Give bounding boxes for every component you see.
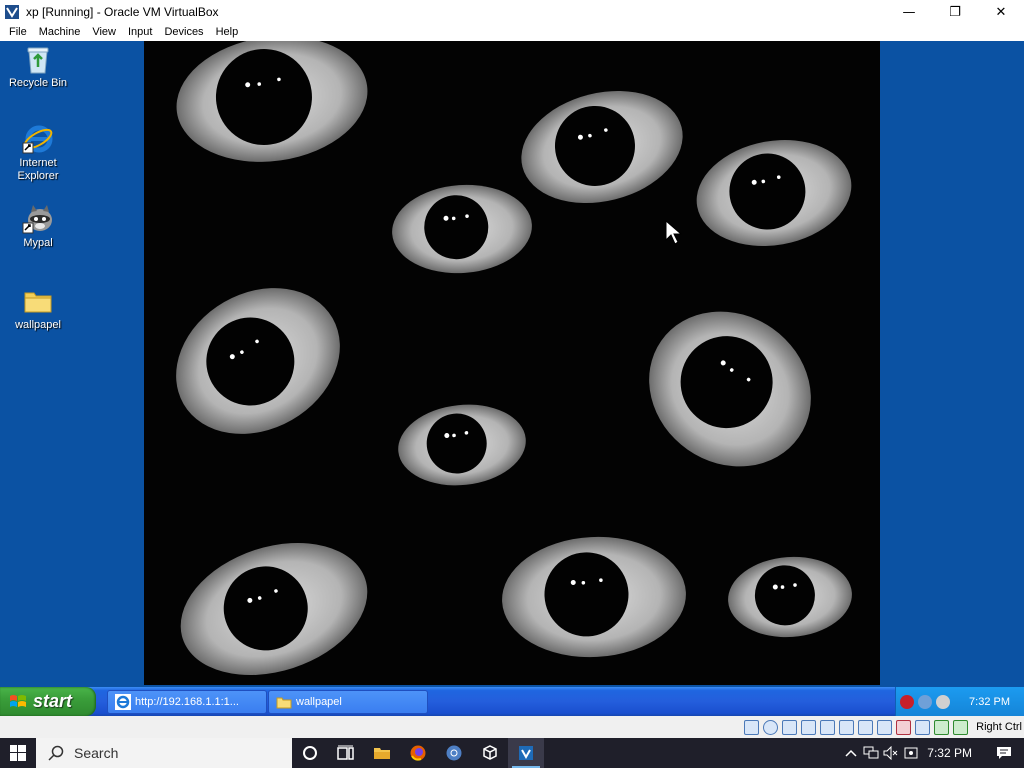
cpu-icon[interactable] bbox=[915, 719, 931, 735]
close-button[interactable]: ✕ bbox=[978, 0, 1024, 24]
vm-window-titlebar[interactable]: xp [Running] - Oracle VM VirtualBox — ❐ … bbox=[0, 0, 1024, 24]
virtualbox-vm-icon[interactable] bbox=[508, 738, 544, 768]
security-shield-icon[interactable] bbox=[900, 694, 914, 709]
wallpaper-eye bbox=[176, 41, 368, 162]
wallpaper-eye bbox=[521, 90, 683, 204]
restore-button[interactable]: ❐ bbox=[932, 0, 978, 24]
recording-icon[interactable] bbox=[896, 719, 912, 735]
internet-explorer-icon bbox=[115, 694, 131, 710]
virtualbox-icon bbox=[5, 5, 19, 19]
mypal-icon bbox=[22, 203, 54, 235]
xp-clock: 7:32 PM bbox=[969, 695, 1010, 708]
hard-disk-icon[interactable] bbox=[744, 719, 760, 735]
windows-start-icon[interactable] bbox=[0, 738, 36, 768]
wallpaper-eye bbox=[180, 542, 368, 676]
desktop-icon-recycle-bin[interactable]: Recycle Bin bbox=[0, 43, 76, 90]
taskbar-item-label: http://192.168.1.1:1... bbox=[135, 696, 239, 708]
wallpaper-eye bbox=[176, 288, 340, 434]
network-icon[interactable] bbox=[918, 694, 932, 709]
wallpaper-eye bbox=[696, 140, 852, 246]
taskbar-item-wallpapel[interactable]: wallpapel bbox=[268, 690, 428, 714]
menu-devices[interactable]: Devices bbox=[158, 24, 209, 41]
audio-icon[interactable] bbox=[782, 719, 798, 735]
desktop-icon-internet-explorer[interactable]: Internet Explorer bbox=[0, 123, 76, 183]
menu-view[interactable]: View bbox=[86, 24, 122, 41]
recycle-bin-icon bbox=[22, 43, 54, 75]
menu-file[interactable]: File bbox=[0, 24, 33, 41]
windows-flag-icon bbox=[10, 694, 26, 707]
volume-muted-icon[interactable] bbox=[881, 746, 901, 760]
virtualbox-cube-icon[interactable] bbox=[472, 738, 508, 768]
host-key-label: Right Ctrl bbox=[976, 721, 1022, 733]
network-adapter-icon[interactable] bbox=[801, 719, 817, 735]
menu-machine[interactable]: Machine bbox=[33, 24, 87, 41]
eyes-wallpaper-graphic bbox=[176, 41, 852, 676]
folder-icon bbox=[22, 285, 54, 317]
cortana-icon[interactable] bbox=[292, 738, 328, 768]
folder-icon bbox=[276, 694, 292, 710]
wallpaper-eye bbox=[392, 184, 532, 274]
desktop-icon-wallpapel[interactable]: wallpapel bbox=[0, 285, 76, 332]
wallpaper-eye bbox=[728, 556, 852, 638]
menu-help[interactable]: Help bbox=[210, 24, 245, 41]
internet-explorer-icon bbox=[22, 123, 54, 155]
task-view-icon[interactable] bbox=[328, 738, 364, 768]
desktop-icon-label: Recycle Bin bbox=[8, 77, 68, 89]
notifications-icon[interactable] bbox=[984, 746, 1024, 760]
video-capture-icon[interactable] bbox=[877, 719, 893, 735]
taskbar-item-label: wallpapel bbox=[296, 696, 342, 708]
display-icon[interactable] bbox=[858, 719, 874, 735]
usb-icon[interactable] bbox=[820, 719, 836, 735]
desktop-icon-label: wallpapel bbox=[15, 319, 61, 331]
wallpaper-eye bbox=[649, 311, 811, 467]
desktop-icon-label: Mypal bbox=[23, 237, 53, 249]
firefox-icon[interactable] bbox=[400, 738, 436, 768]
desktop-icon-label: Internet Explorer bbox=[17, 157, 59, 182]
wallpaper-image bbox=[144, 41, 880, 685]
chevron-up-icon[interactable] bbox=[841, 749, 861, 757]
start-label: start bbox=[33, 691, 73, 711]
keyboard-capture-icon[interactable] bbox=[953, 719, 969, 735]
vm-status-bar: Right Ctrl bbox=[0, 716, 1024, 738]
usb-device-icon[interactable] bbox=[901, 746, 921, 760]
guest-desktop[interactable]: Recycle Bin Internet Explorer Mypal wall… bbox=[0, 41, 1024, 687]
vm-menu-bar: File Machine View Input Devices Help bbox=[0, 24, 1024, 41]
menu-input[interactable]: Input bbox=[122, 24, 158, 41]
desktop-icon-mypal[interactable]: Mypal bbox=[0, 203, 76, 250]
xp-taskbar: start http://192.168.1.1:1... wallpapel … bbox=[0, 687, 1024, 716]
host-search-box[interactable]: Search bbox=[36, 738, 292, 768]
start-button[interactable]: start bbox=[0, 687, 96, 716]
host-clock: 7:32 PM bbox=[927, 746, 972, 760]
wallpaper-eye bbox=[398, 404, 526, 486]
mouse-integration-icon[interactable] bbox=[934, 719, 950, 735]
search-label: Search bbox=[74, 745, 119, 761]
window-title: xp [Running] - Oracle VM VirtualBox bbox=[26, 5, 219, 19]
host-taskbar: Search 7:32 PM bbox=[0, 738, 1024, 768]
xp-system-tray: 7:32 PM bbox=[895, 687, 1024, 716]
host-system-tray: 7:32 PM bbox=[841, 738, 1024, 768]
minimize-button[interactable]: — bbox=[886, 0, 932, 24]
safely-remove-icon[interactable] bbox=[936, 694, 950, 709]
network-icon[interactable] bbox=[861, 746, 881, 760]
shared-folders-icon[interactable] bbox=[839, 719, 855, 735]
search-icon bbox=[48, 745, 64, 761]
wallpaper-eye bbox=[502, 536, 686, 658]
taskbar-item-browser[interactable]: http://192.168.1.1:1... bbox=[107, 690, 267, 714]
chromium-icon[interactable] bbox=[436, 738, 472, 768]
mouse-cursor bbox=[665, 219, 683, 245]
file-explorer-icon[interactable] bbox=[364, 738, 400, 768]
optical-drive-icon[interactable] bbox=[763, 719, 779, 735]
